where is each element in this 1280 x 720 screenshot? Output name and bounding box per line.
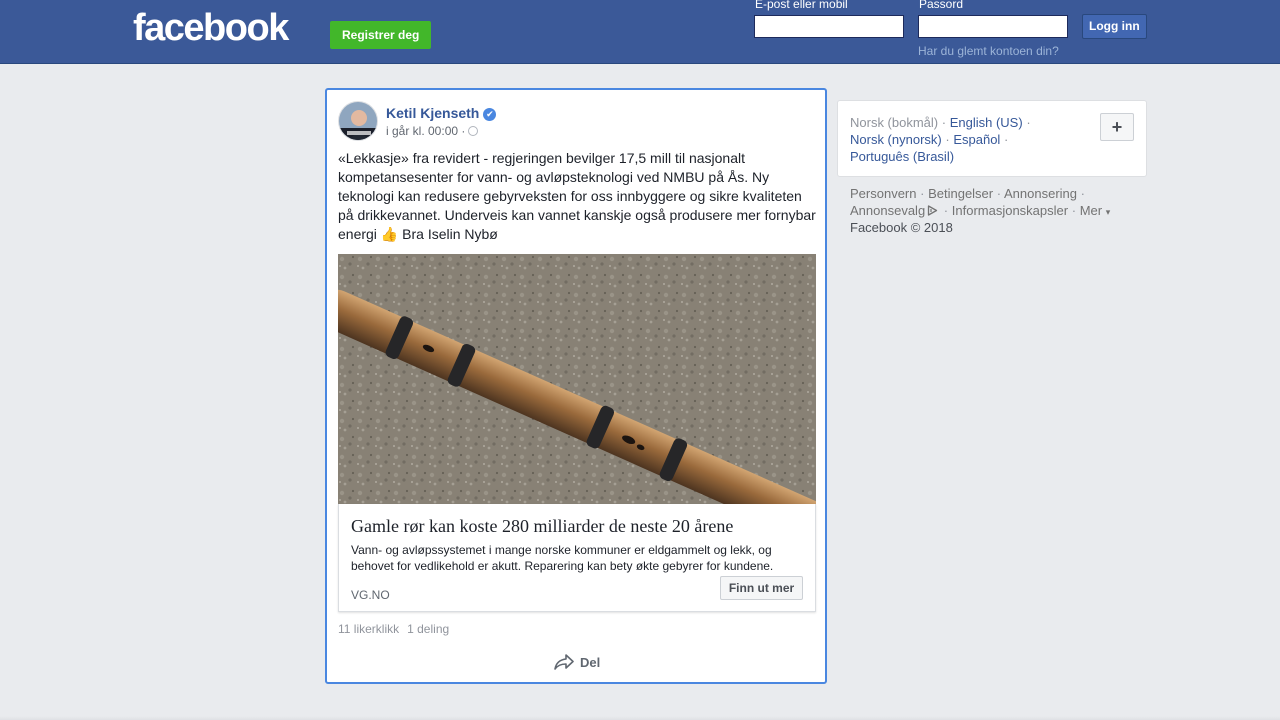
learn-more-button[interactable]: Finn ut mer [720, 576, 803, 600]
password-label: Passord [919, 0, 964, 11]
add-language-button[interactable]: + [1100, 113, 1134, 141]
link-title[interactable]: Gamle rør kan koste 280 milliarder de ne… [351, 515, 801, 537]
link-domain: VG.NO [351, 588, 390, 602]
top-navigation-bar: facebook Registrer deg E-post eller mobi… [0, 0, 1280, 64]
separator: · [1003, 132, 1009, 147]
login-button[interactable]: Logg inn [1082, 14, 1147, 39]
link-preview-info[interactable]: Gamle rør kan koste 280 milliarder de ne… [338, 504, 816, 612]
password-input[interactable] [918, 15, 1068, 38]
separator: · [943, 203, 949, 218]
post-text: «Lekkasje» fra revidert - regjeringen be… [338, 149, 816, 244]
link-description: Vann- og avløpssystemet i mange norske k… [351, 543, 774, 573]
language-link[interactable]: English (US) [950, 115, 1023, 130]
separator: · [941, 115, 947, 130]
footer-links: Personvern · Betingelser · Annonsering ·… [850, 185, 1140, 221]
language-link[interactable]: Norsk (nynorsk) [850, 132, 942, 147]
footer-link-privacy[interactable]: Personvern [850, 186, 916, 201]
footer-link-terms[interactable]: Betingelser [928, 186, 993, 201]
like-count[interactable]: 11 likerklikk [338, 622, 399, 636]
verified-badge-icon: ✔ [483, 108, 497, 121]
post-card: Ketil Kjenseth ✔ i går kl. 00:00 · «Lekka… [325, 88, 827, 684]
language-link[interactable]: Português (Brasil) [850, 149, 954, 164]
register-button[interactable]: Registrer deg [330, 21, 432, 49]
footer-more-label: Mer [1079, 203, 1103, 218]
separator: · [945, 132, 950, 147]
post-meta: i går kl. 00:00 · [386, 124, 479, 138]
author-avatar[interactable] [338, 101, 378, 141]
post-stats: 11 likerklikk 1 deling [338, 622, 449, 636]
post-author[interactable]: Ketil Kjenseth ✔ [386, 104, 497, 122]
email-label: E-post eller mobil [755, 0, 848, 11]
author-name[interactable]: Ketil Kjenseth [386, 105, 479, 121]
separator: · [1071, 203, 1077, 218]
caret-down-icon: ▾ [1105, 207, 1111, 217]
share-button[interactable]: Del [554, 653, 600, 673]
language-current: Norsk (bokmål) [850, 115, 939, 130]
thumbs-up-emoji-icon: 👍 [380, 226, 399, 242]
separator: · [1080, 186, 1085, 201]
bottom-edge [0, 716, 1280, 720]
separator: · [1026, 115, 1031, 130]
post-text-tail: Bra Iselin Nybø [402, 226, 498, 242]
share-label: Del [580, 655, 601, 670]
forgot-account-link[interactable]: Har du glemt kontoen din? [918, 44, 1059, 58]
separator: · [920, 186, 925, 201]
globe-icon [468, 126, 479, 136]
footer-link-more[interactable]: Mer ▾ [1080, 203, 1111, 218]
footer-link-adchoices[interactable]: Annonsevalg [850, 203, 925, 218]
share-count[interactable]: 1 deling [407, 622, 449, 636]
separator: · [996, 186, 1002, 201]
language-selector: Norsk (bokmål) · English (US) · Norsk (n… [837, 100, 1147, 177]
copyright: Facebook © 2018 [850, 220, 953, 235]
footer-link-cookies[interactable]: Informasjonskapsler [952, 203, 1068, 218]
post-timestamp[interactable]: i går kl. 00:00 · [386, 124, 465, 138]
link-preview-image[interactable] [338, 254, 816, 504]
email-input[interactable] [754, 15, 904, 38]
footer-link-advertising[interactable]: Annonsering [1004, 186, 1077, 201]
facebook-logo[interactable]: facebook [133, 8, 289, 48]
share-arrow-icon [554, 654, 574, 670]
language-link[interactable]: Español [953, 132, 1000, 147]
adchoices-icon [928, 205, 938, 216]
language-list: Norsk (bokmål) · English (US) · Norsk (n… [850, 114, 1080, 165]
